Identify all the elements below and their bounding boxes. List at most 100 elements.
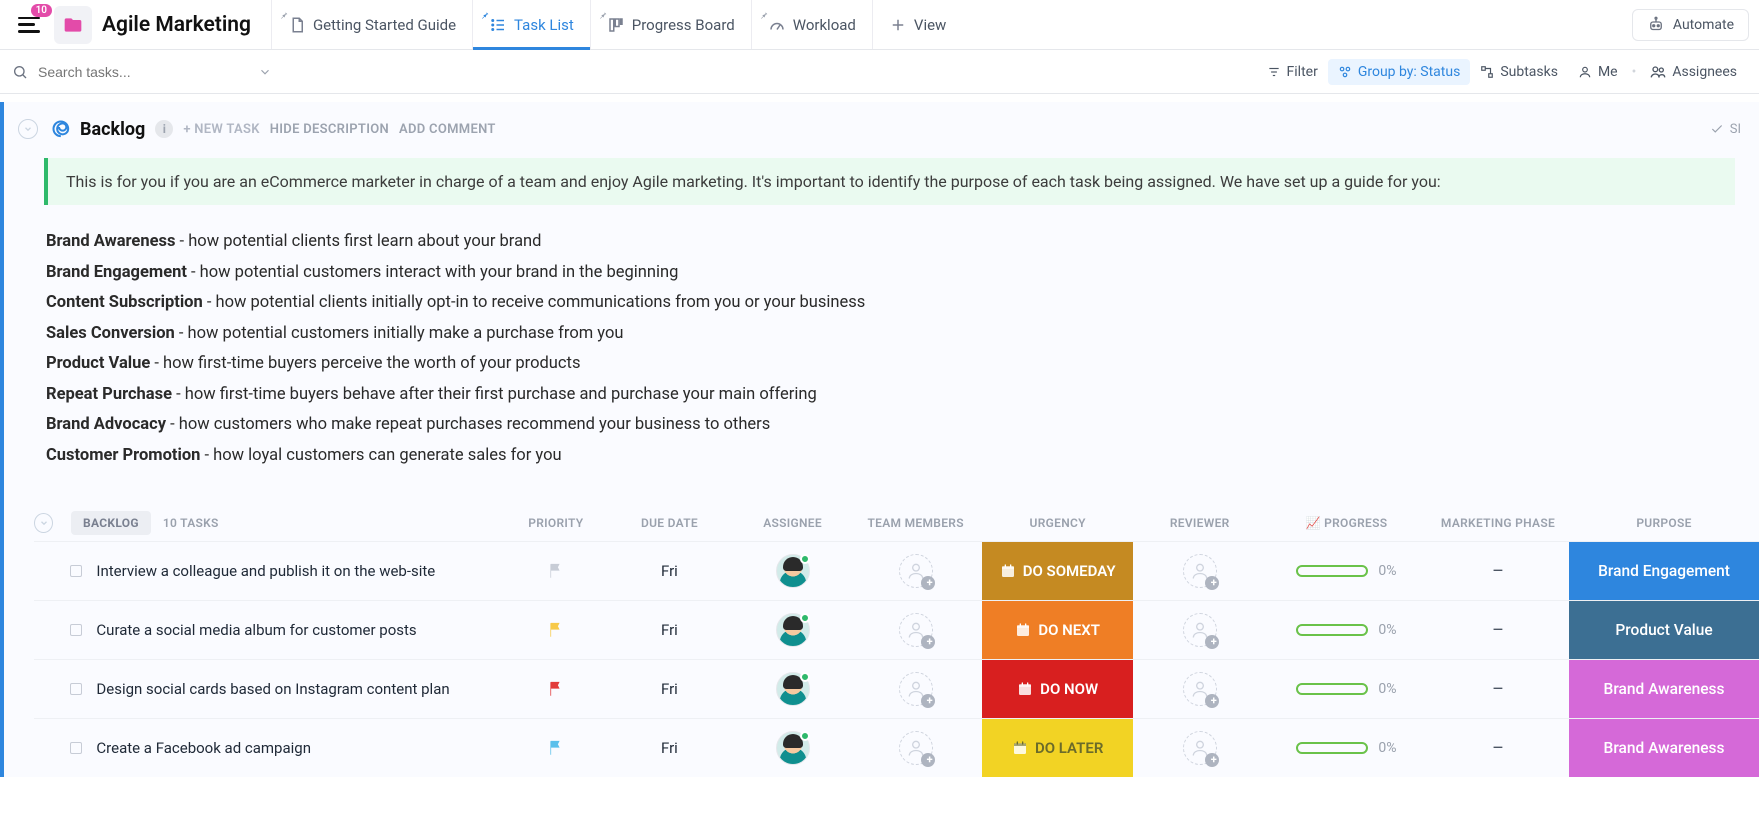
due-date-cell[interactable]: Fri xyxy=(603,562,736,580)
purpose-cell[interactable]: Brand Awareness xyxy=(1569,719,1759,777)
menu-toggle-button[interactable]: 10 xyxy=(10,6,48,44)
purpose-cell[interactable]: Product Value xyxy=(1569,601,1759,659)
th-urgency[interactable]: URGENCY xyxy=(982,516,1134,530)
urgency-cell[interactable]: DO NEXT xyxy=(982,601,1134,659)
tab-task-list[interactable]: Task List xyxy=(472,0,590,49)
priority-cell[interactable] xyxy=(508,739,603,757)
groupby-label: Group by: Status xyxy=(1358,64,1460,80)
urgency-cell[interactable]: DO NOW xyxy=(982,660,1134,718)
task-checkbox[interactable] xyxy=(70,565,82,577)
progress-percent: 0% xyxy=(1378,681,1396,697)
th-reviewer[interactable]: REVIEWER xyxy=(1133,516,1266,530)
purpose-cell[interactable]: Brand Engagement xyxy=(1569,542,1759,600)
subtasks-icon xyxy=(1480,65,1494,79)
tab-add-view[interactable]: View xyxy=(872,0,962,49)
search-icon xyxy=(12,64,28,80)
status-chip[interactable]: BACKLOG xyxy=(71,511,151,535)
assignee-cell[interactable] xyxy=(736,554,850,588)
subtasks-button[interactable]: Subtasks xyxy=(1470,59,1568,85)
tab-workload[interactable]: Workload xyxy=(751,0,872,49)
team-cell[interactable]: + xyxy=(849,672,982,706)
collapse-toggle[interactable] xyxy=(18,119,38,139)
progress-percent: 0% xyxy=(1378,563,1396,579)
banner-text: This is for you if you are an eCommerce … xyxy=(66,172,1441,191)
filter-button[interactable]: Filter xyxy=(1257,59,1328,85)
due-date-cell[interactable]: Fri xyxy=(603,739,736,757)
progress-bar xyxy=(1296,565,1368,577)
pin-icon xyxy=(759,6,769,24)
hide-description-button[interactable]: HIDE DESCRIPTION xyxy=(270,122,389,137)
th-marketing-phase[interactable]: MARKETING PHASE xyxy=(1427,516,1569,530)
priority-cell[interactable] xyxy=(508,680,603,698)
th-assignee[interactable]: ASSIGNEE xyxy=(736,516,850,530)
chevron-down-icon[interactable] xyxy=(258,65,272,79)
reviewer-cell[interactable]: + xyxy=(1133,554,1266,588)
team-cell[interactable]: + xyxy=(849,731,982,765)
due-date-cell[interactable]: Fri xyxy=(603,621,736,639)
table-row[interactable]: Design social cards based on Instagram c… xyxy=(34,659,1759,718)
assignee-cell[interactable] xyxy=(736,731,850,765)
info-icon[interactable]: i xyxy=(155,120,173,138)
empty-avatar-icon: + xyxy=(899,672,933,706)
progress-cell[interactable]: 0% xyxy=(1266,740,1427,756)
phase-cell[interactable]: – xyxy=(1427,738,1569,759)
definitions-block: Brand Awareness - how potential clients … xyxy=(4,223,1759,505)
th-team-members[interactable]: TEAM MEMBERS xyxy=(849,516,982,530)
group-right-actions[interactable]: SI xyxy=(1710,122,1741,137)
priority-cell[interactable] xyxy=(508,621,603,639)
th-purpose[interactable]: PURPOSE xyxy=(1569,516,1759,530)
table-row[interactable]: Curate a social media album for customer… xyxy=(34,600,1759,659)
task-checkbox[interactable] xyxy=(70,683,82,695)
subtasks-label: Subtasks xyxy=(1500,64,1558,80)
th-progress[interactable]: 📈 PROGRESS xyxy=(1266,516,1427,530)
groupby-button[interactable]: Group by: Status xyxy=(1328,59,1470,85)
task-title: Create a Facebook ad campaign xyxy=(96,737,311,760)
purpose-cell[interactable]: Brand Awareness xyxy=(1569,660,1759,718)
th-due-date[interactable]: DUE DATE xyxy=(603,516,736,530)
reviewer-cell[interactable]: + xyxy=(1133,672,1266,706)
tab-label: Getting Started Guide xyxy=(313,16,456,34)
empty-avatar-icon: + xyxy=(1183,554,1217,588)
due-date-cell[interactable]: Fri xyxy=(603,680,736,698)
tab-getting-started[interactable]: Getting Started Guide xyxy=(271,0,472,49)
task-count: 10 TASKS xyxy=(163,516,219,530)
progress-cell[interactable]: 0% xyxy=(1266,563,1427,579)
urgency-cell[interactable]: DO SOMEDAY xyxy=(982,542,1134,600)
th-priority[interactable]: PRIORITY xyxy=(509,516,604,530)
assignees-button[interactable]: Assignees xyxy=(1640,59,1747,85)
urgency-cell[interactable]: DO LATER xyxy=(982,719,1134,777)
collapse-toggle[interactable] xyxy=(34,513,53,533)
task-checkbox[interactable] xyxy=(70,624,82,636)
team-cell[interactable]: + xyxy=(849,613,982,647)
assignee-cell[interactable] xyxy=(736,613,850,647)
priority-cell[interactable] xyxy=(508,562,603,580)
empty-avatar-icon: + xyxy=(1183,613,1217,647)
phase-cell[interactable]: – xyxy=(1427,679,1569,700)
doc-icon xyxy=(288,16,306,34)
progress-cell[interactable]: 0% xyxy=(1266,622,1427,638)
table-row[interactable]: Interview a colleague and publish it on … xyxy=(34,541,1759,600)
assignee-cell[interactable] xyxy=(736,672,850,706)
team-cell[interactable]: + xyxy=(849,554,982,588)
definition-line: Brand Engagement - how potential custome… xyxy=(46,258,1735,289)
pin-icon xyxy=(279,6,289,24)
tab-progress-board[interactable]: Progress Board xyxy=(590,0,751,49)
task-checkbox[interactable] xyxy=(70,742,82,754)
group-title: Backlog xyxy=(80,119,145,140)
task-title: Design social cards based on Instagram c… xyxy=(96,678,449,701)
reviewer-cell[interactable]: + xyxy=(1133,613,1266,647)
phase-cell[interactable]: – xyxy=(1427,561,1569,582)
space-folder-chip[interactable] xyxy=(54,6,92,44)
add-comment-button[interactable]: ADD COMMENT xyxy=(399,122,496,137)
me-button[interactable]: Me xyxy=(1568,59,1628,85)
new-task-button[interactable]: + NEW TASK xyxy=(183,122,259,137)
table-row[interactable]: Create a Facebook ad campaign Fri + DO L… xyxy=(34,718,1759,777)
phase-cell[interactable]: – xyxy=(1427,620,1569,641)
th-task: BACKLOG 10 TASKS xyxy=(63,511,508,535)
definition-line: Product Value - how first-time buyers pe… xyxy=(46,349,1735,380)
reviewer-cell[interactable]: + xyxy=(1133,731,1266,765)
robot-icon xyxy=(1647,16,1665,34)
search-input[interactable] xyxy=(38,64,248,80)
automate-button[interactable]: Automate xyxy=(1632,9,1749,41)
progress-cell[interactable]: 0% xyxy=(1266,681,1427,697)
